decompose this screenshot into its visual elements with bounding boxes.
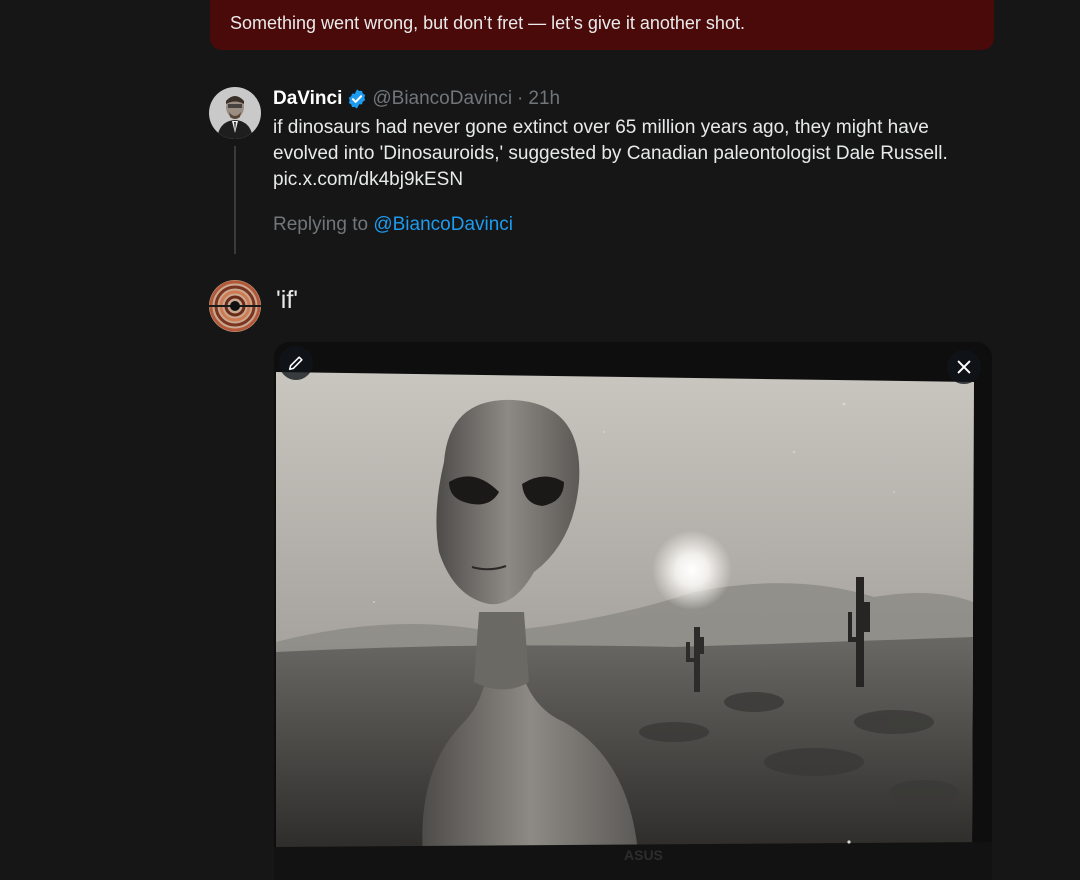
header-separator: · — [517, 88, 524, 109]
replying-to-handle[interactable]: @BiancoDavinci — [373, 214, 513, 235]
replying-to-prefix: Replying to — [273, 214, 369, 235]
alien-photo: ASUS — [274, 342, 992, 880]
remove-media-button[interactable] — [947, 350, 981, 384]
tweet-media-link[interactable]: pic.x.com/dk4bj9kESN — [273, 167, 993, 193]
error-message: Something went wrong, but don’t fret — l… — [230, 13, 745, 33]
pencil-icon — [288, 356, 303, 371]
replying-to: Replying to @BiancoDavinci — [273, 214, 513, 236]
user-avatar[interactable] — [209, 280, 261, 332]
attached-media[interactable]: ASUS — [274, 342, 992, 880]
verified-badge-icon — [346, 88, 368, 110]
tweet-header: DaVinci @BiancoDavinci · 21h — [273, 87, 560, 111]
reply-composer-text[interactable]: 'if' — [276, 286, 298, 315]
error-banner: Something went wrong, but don’t fret — l… — [210, 0, 994, 50]
svg-text:ASUS: ASUS — [624, 847, 663, 863]
author-name[interactable]: DaVinci — [273, 88, 342, 110]
edit-media-button[interactable] — [279, 346, 313, 380]
tweet-timestamp[interactable]: 21h — [528, 88, 560, 110]
davinci-avatar[interactable] — [209, 87, 261, 139]
tweet-text-content: if dinosaurs had never gone extinct over… — [273, 117, 948, 164]
thread-line — [234, 146, 236, 254]
close-icon — [957, 360, 971, 374]
author-handle[interactable]: @BiancoDavinci — [372, 88, 512, 110]
tweet-text: if dinosaurs had never gone extinct over… — [273, 115, 993, 193]
